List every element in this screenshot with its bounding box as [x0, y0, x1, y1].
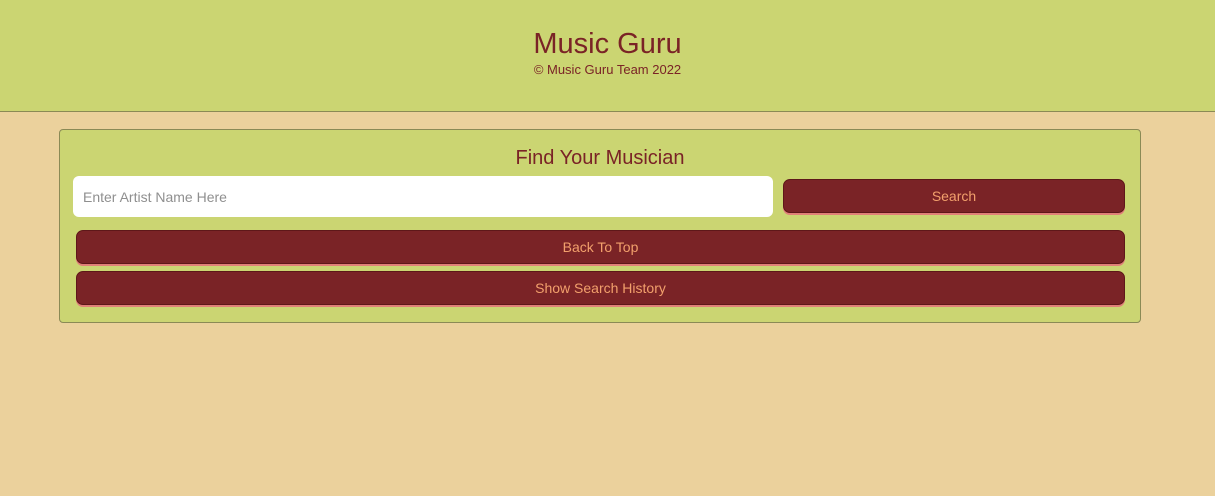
show-search-history-button[interactable]: Show Search History — [76, 271, 1125, 305]
search-panel: Find Your Musician Search Back To Top Sh… — [59, 129, 1141, 323]
search-button[interactable]: Search — [783, 179, 1125, 213]
back-to-top-button[interactable]: Back To Top — [76, 230, 1125, 264]
site-header: Music Guru © Music Guru Team 2022 — [0, 0, 1215, 112]
site-title: Music Guru — [533, 28, 682, 60]
artist-search-input[interactable] — [73, 176, 773, 217]
copyright-text: © Music Guru Team 2022 — [533, 62, 682, 77]
search-panel-title: Find Your Musician — [515, 147, 685, 169]
